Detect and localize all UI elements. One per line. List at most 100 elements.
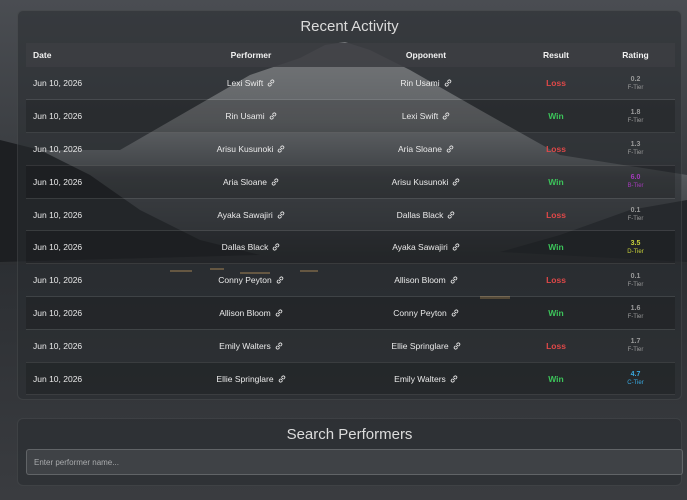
opponent-link[interactable]: Ayaka Sawajiri (392, 242, 448, 252)
table-row: Jun 10, 2026 Emily Walters Ellie Springlar… (26, 329, 675, 363)
rating-value: 1.7 (630, 338, 641, 346)
performer-link[interactable]: Conny Peyton (218, 275, 271, 285)
rating-tier: F-Tier (627, 84, 644, 91)
recent-activity-panel: Recent Activity Date Performer Opponent … (17, 10, 682, 400)
link-icon[interactable] (452, 243, 460, 251)
column-header-rating[interactable]: Rating (596, 43, 675, 67)
rating-value: 0.2 (630, 75, 641, 83)
cell-rating: 1.7 F-Tier (596, 329, 675, 362)
cell-rating: 3.5 D-Tier (596, 231, 675, 264)
link-icon[interactable] (446, 145, 454, 153)
link-icon[interactable] (275, 309, 283, 317)
rating-value: 1.3 (630, 141, 641, 149)
column-header-opponent[interactable]: Opponent (336, 43, 516, 67)
performer-link[interactable]: Lexi Swift (227, 78, 263, 88)
opponent-link[interactable]: Aria Sloane (398, 144, 442, 154)
link-icon[interactable] (450, 375, 458, 383)
performer-link[interactable]: Ayaka Sawajiri (217, 210, 273, 220)
cell-performer: Dallas Black (166, 231, 336, 264)
table-row: Jun 10, 2026 Rin Usami Lexi Swift Win 1.8 F-T… (26, 99, 675, 133)
column-header-date[interactable]: Date (26, 43, 166, 67)
performer-search-input[interactable] (26, 449, 683, 475)
cell-performer: Ellie Springlare (166, 362, 336, 395)
cell-rating: 6.0 B-Tier (596, 165, 675, 198)
link-icon[interactable] (278, 375, 286, 383)
performer-link[interactable]: Aria Sloane (223, 177, 267, 187)
result-badge: Win (548, 307, 564, 318)
cell-opponent: Ellie Springlare (336, 329, 516, 362)
result-badge: Win (548, 176, 564, 187)
link-icon[interactable] (442, 112, 450, 120)
opponent-link[interactable]: Arisu Kusunoki (392, 177, 449, 187)
cell-opponent: Rin Usami (336, 67, 516, 100)
column-header-performer[interactable]: Performer (166, 43, 336, 67)
cell-date: Jun 10, 2026 (33, 242, 83, 253)
cell-rating: 1.6 F-Tier (596, 297, 675, 330)
cell-result: Win (516, 297, 596, 330)
link-icon[interactable] (453, 342, 461, 350)
performer-link[interactable]: Ellie Springlare (216, 374, 273, 384)
opponent-link[interactable]: Lexi Swift (402, 111, 438, 121)
link-icon[interactable] (450, 276, 458, 284)
table-row: Jun 10, 2026 Allison Bloom Conny Peyton Win… (26, 296, 675, 330)
performer-link[interactable]: Allison Bloom (219, 308, 271, 318)
opponent-link[interactable]: Dallas Black (397, 210, 444, 220)
performer-link[interactable]: Rin Usami (225, 111, 264, 121)
performer-link[interactable]: Arisu Kusunoki (217, 144, 274, 154)
rating-tier: D-Tier (627, 248, 644, 255)
result-badge: Win (548, 242, 564, 253)
link-icon[interactable] (275, 342, 283, 350)
cell-rating: 4.7 C-Tier (596, 362, 675, 395)
link-icon[interactable] (271, 178, 279, 186)
rating-tier: C-Tier (627, 380, 644, 387)
link-icon[interactable] (452, 178, 460, 186)
result-badge: Loss (546, 340, 566, 351)
cell-date: Jun 10, 2026 (33, 340, 83, 351)
cell-rating: 0.1 F-Tier (596, 198, 675, 231)
opponent-link[interactable]: Ellie Springlare (391, 341, 448, 351)
link-icon[interactable] (447, 211, 455, 219)
opponent-link[interactable]: Conny Peyton (393, 308, 446, 318)
cell-performer: Conny Peyton (166, 264, 336, 297)
rating-tier: F-Tier (627, 314, 644, 321)
link-icon[interactable] (272, 243, 280, 251)
rating-value: 3.5 (630, 239, 641, 247)
link-icon[interactable] (451, 309, 459, 317)
performer-link[interactable]: Emily Walters (219, 341, 271, 351)
cell-result: Win (516, 231, 596, 264)
cell-date: Jun 10, 2026 (33, 275, 83, 286)
table-row: Jun 10, 2026 Dallas Black Ayaka Sawajiri Wi… (26, 230, 675, 264)
cell-date: Jun 10, 2026 (33, 209, 83, 220)
link-icon[interactable] (277, 145, 285, 153)
cell-result: Loss (516, 67, 596, 100)
table-header-row: Date Performer Opponent Result Rating (26, 43, 675, 67)
cell-performer: Emily Walters (166, 329, 336, 362)
cell-performer: Allison Bloom (166, 297, 336, 330)
cell-opponent: Arisu Kusunoki (336, 165, 516, 198)
link-icon[interactable] (277, 211, 285, 219)
opponent-link[interactable]: Rin Usami (400, 78, 439, 88)
cell-opponent: Lexi Swift (336, 100, 516, 133)
result-badge: Win (548, 373, 564, 384)
cell-performer: Ayaka Sawajiri (166, 198, 336, 231)
link-icon[interactable] (267, 79, 275, 87)
cell-opponent: Allison Bloom (336, 264, 516, 297)
link-icon[interactable] (444, 79, 452, 87)
table-row: Jun 10, 2026 Conny Peyton Allison Bloom Los… (26, 264, 675, 297)
rating-tier: F-Tier (627, 216, 644, 223)
cell-date: Jun 10, 2026 (33, 176, 83, 187)
search-performers-title: Search Performers (286, 426, 413, 443)
rating-tier: F-Tier (627, 347, 644, 354)
cell-opponent: Dallas Black (336, 198, 516, 231)
link-icon[interactable] (276, 276, 284, 284)
opponent-link[interactable]: Allison Bloom (394, 275, 446, 285)
result-badge: Loss (546, 143, 566, 154)
table-row: Jun 10, 2026 Ellie Springlare Emily Walter… (26, 362, 675, 395)
link-icon[interactable] (269, 112, 277, 120)
column-header-result[interactable]: Result (516, 43, 596, 67)
opponent-link[interactable]: Emily Walters (394, 374, 446, 384)
cell-performer: Rin Usami (166, 100, 336, 133)
table-row: Jun 10, 2026 Lexi Swift Rin Usami Loss 0.2 F-… (26, 67, 675, 100)
performer-link[interactable]: Dallas Black (222, 242, 269, 252)
cell-opponent: Ayaka Sawajiri (336, 231, 516, 264)
